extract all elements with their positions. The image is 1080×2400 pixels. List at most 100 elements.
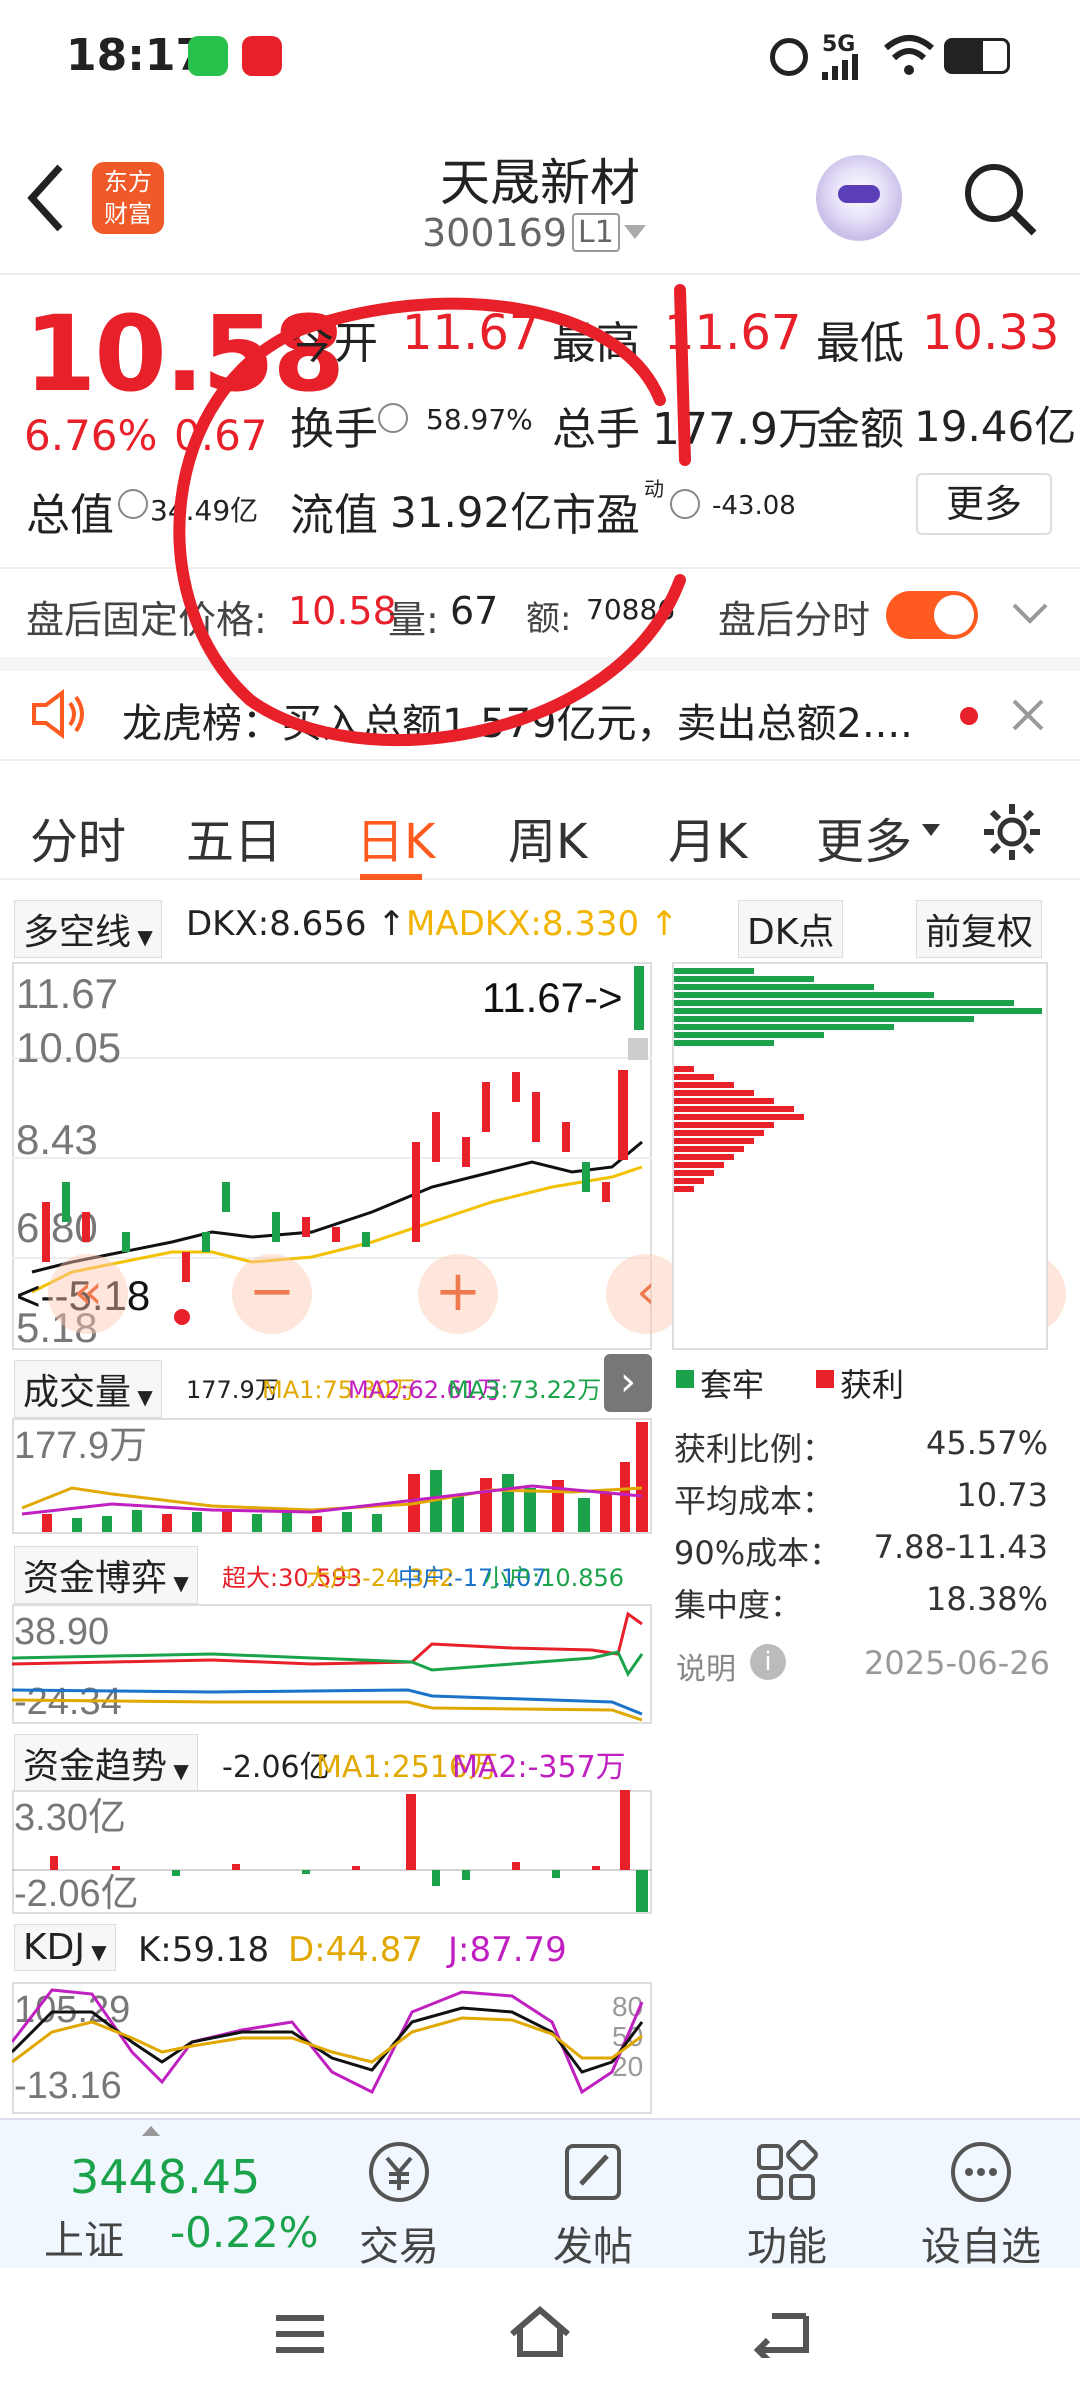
candle — [182, 1252, 190, 1282]
chip-stat-row: 90%成本： 7.88-11.43 — [674, 1528, 1048, 1572]
afterhours-toggle[interactable] — [886, 591, 978, 639]
candle — [202, 1232, 210, 1252]
candle — [482, 1082, 490, 1132]
fund-game-chart[interactable]: 38.90 -24.34 — [12, 1604, 652, 1724]
assistant-avatar[interactable] — [816, 155, 902, 241]
candle — [512, 1072, 520, 1102]
fund-trend-label: 资金趋势 — [23, 1746, 168, 1787]
status-time: 18:17 — [66, 30, 207, 81]
chevron-down-icon[interactable] — [1012, 601, 1048, 625]
candle — [532, 1092, 540, 1142]
y-axis-label: -2.06亿 — [14, 1873, 139, 1914]
kdj-label: KDJ — [23, 1927, 85, 1968]
caret-down-icon: ▼ — [167, 1571, 189, 1595]
indicator-selector[interactable]: 多空线 ▼ — [14, 900, 162, 958]
fund-trend-selector[interactable]: 资金趋势 ▼ — [14, 1734, 198, 1792]
kdj-chart[interactable]: 105.29 -13.16 80 50 20 — [12, 1982, 652, 2114]
app-notify-icon — [242, 36, 282, 76]
grid-icon — [757, 2139, 818, 2200]
tab-more[interactable]: 更多 — [816, 802, 912, 872]
caret-up-icon — [142, 2126, 160, 2136]
function-button[interactable]: 功能 — [722, 2139, 852, 2272]
candle — [432, 1112, 440, 1162]
wifi-icon — [884, 35, 934, 75]
tab-five-day[interactable]: 五日 — [186, 802, 282, 872]
fund-game-label: 资金博弈 — [23, 1558, 168, 1599]
marker-dot — [174, 1309, 190, 1325]
amount-value: 19.46亿 — [914, 402, 1077, 451]
search-icon[interactable] — [960, 159, 1040, 239]
zoom-out-icon[interactable]: − — [232, 1254, 312, 1334]
period-tabs: 分时 五日 日K 周K 月K 更多 — [0, 760, 1080, 880]
fund-trend-chart[interactable]: 3.30亿 -2.06亿 — [12, 1790, 652, 1914]
yen-icon — [369, 2142, 429, 2202]
post-label: 发帖 — [553, 2224, 633, 2270]
home-icon[interactable] — [506, 2304, 574, 2360]
trade-label: 交易 — [359, 2224, 439, 2270]
kdj-j: J:87.79 — [448, 1930, 567, 1970]
index-name[interactable]: 上证 — [44, 2208, 124, 2266]
more-icon — [951, 2142, 1011, 2202]
caret-down-icon: ▼ — [84, 1940, 107, 1964]
volume-ma3: MA3:73.22万 — [448, 1376, 602, 1404]
kdj-d: D:44.87 — [288, 1930, 423, 1970]
add-watchlist-label: 设自选 — [921, 2224, 1041, 2270]
candle — [602, 1182, 610, 1202]
menu-icon[interactable] — [272, 2312, 328, 2356]
candle — [634, 966, 644, 1030]
candle — [122, 1232, 130, 1252]
chip-note-label[interactable]: 说明 — [676, 1644, 736, 1688]
candle — [412, 1142, 420, 1242]
back-icon[interactable] — [752, 2308, 812, 2358]
y-axis-label: -13.16 — [14, 2065, 122, 2107]
volume-indicator-selector[interactable]: 成交量 ▼ — [14, 1360, 162, 1418]
system-nav-bar — [0, 2268, 1080, 2400]
afterhours-toggle-label: 盘后分时 — [718, 598, 871, 642]
alarm-icon — [770, 38, 808, 76]
settings-gear-icon[interactable] — [980, 800, 1044, 864]
dkx-value: DKX:8.656 ↑ — [186, 904, 406, 944]
mktcap-label: 总值 — [26, 490, 114, 541]
y-axis-label: 38.90 — [14, 1611, 109, 1653]
stock-name: 天晟新材 — [440, 154, 640, 212]
high-marker: 11.67-> — [482, 974, 623, 1021]
chip-stat-row: 获利比例： 45.57% — [674, 1424, 1048, 1468]
zoom-in-icon[interactable]: + — [418, 1254, 498, 1334]
expand-panel-button[interactable]: › — [604, 1354, 652, 1412]
candle — [628, 1038, 648, 1060]
profit-legend-swatch — [816, 1370, 834, 1388]
add-watchlist-button[interactable]: 设自选 — [916, 2140, 1046, 2272]
unread-dot — [960, 707, 978, 725]
tab-intraday[interactable]: 分时 — [30, 802, 126, 872]
close-icon[interactable] — [1010, 697, 1046, 733]
tab-weekly[interactable]: 周K — [508, 802, 587, 872]
adjust-button[interactable]: 前复权 — [916, 900, 1043, 958]
amount-label: 金额 — [816, 404, 904, 455]
function-label: 功能 — [747, 2224, 827, 2270]
candle — [62, 1182, 70, 1222]
legend-profit: 获利 — [840, 1366, 905, 1404]
tab-daily[interactable]: 日K — [356, 802, 435, 872]
fund-game-selector[interactable]: 资金博弈 ▼ — [14, 1546, 198, 1604]
trade-button[interactable]: 交易 — [334, 2140, 464, 2272]
kdj-selector[interactable]: KDJ ▼ — [14, 1924, 116, 1971]
candle — [618, 1070, 628, 1160]
volume-chart[interactable]: 177.9万 — [12, 1418, 652, 1534]
dk-point-button[interactable]: DK点 — [738, 900, 844, 958]
candle — [272, 1212, 280, 1242]
tab-monthly[interactable]: 月K — [668, 802, 747, 872]
post-button[interactable]: 发帖 — [528, 2140, 658, 2272]
stock-code: 300169 — [422, 211, 568, 255]
volume-label: 成交量 — [23, 1372, 132, 1413]
candle — [302, 1217, 310, 1237]
status-bar: 18:17 5G — [0, 0, 1080, 115]
low-value: 10.33 — [922, 305, 1060, 361]
level-badge[interactable]: L1 — [572, 213, 620, 252]
more-button[interactable]: 更多 — [916, 473, 1052, 535]
info-icon[interactable]: i — [750, 1644, 786, 1680]
chevron-left-double-icon[interactable]: « — [48, 1254, 128, 1334]
fund-trend-value: -2.06亿 — [222, 1750, 330, 1785]
level-dropdown-icon[interactable] — [624, 225, 646, 239]
chip-distribution-chart[interactable] — [672, 962, 1048, 1350]
index-value[interactable]: 3448.45 — [70, 2150, 260, 2204]
